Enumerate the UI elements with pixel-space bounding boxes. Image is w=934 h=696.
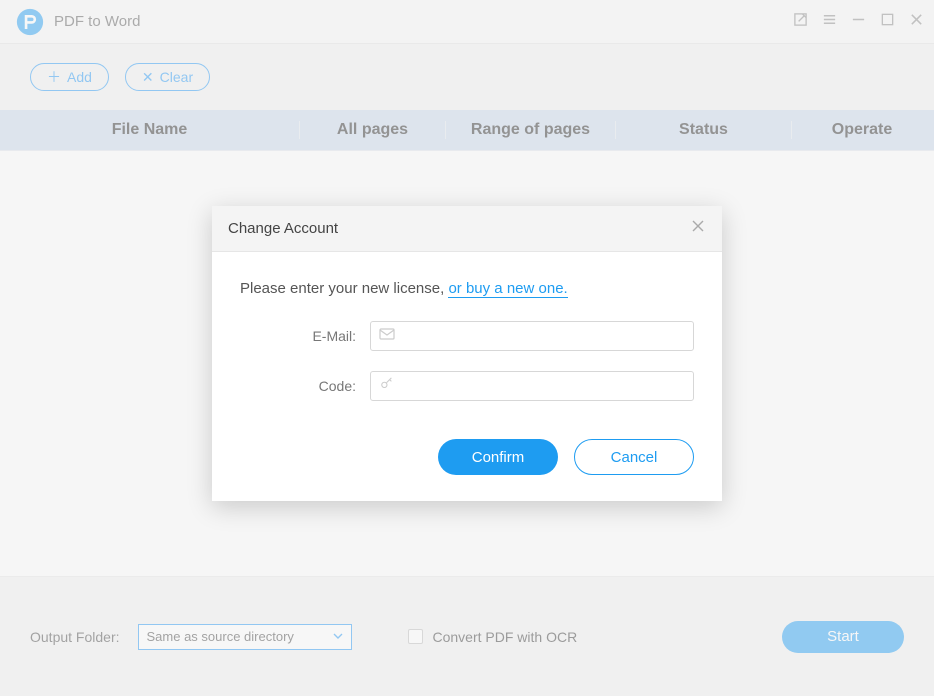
- key-icon: [379, 377, 395, 396]
- code-field[interactable]: [403, 372, 685, 400]
- license-prompt-prefix: Please enter your new license,: [240, 280, 448, 297]
- code-row: Code:: [240, 371, 694, 401]
- mail-icon: [379, 327, 395, 346]
- modal-overlay: Change Account Please enter your new lic…: [0, 0, 934, 696]
- modal-body: Please enter your new license, or buy a …: [212, 252, 722, 501]
- confirm-button[interactable]: Confirm: [438, 439, 558, 475]
- buy-license-link[interactable]: or buy a new one.: [448, 280, 567, 298]
- email-row: E-Mail:: [240, 321, 694, 351]
- code-label: Code:: [240, 378, 370, 394]
- modal-header: Change Account: [212, 206, 722, 252]
- email-label: E-Mail:: [240, 328, 370, 344]
- modal-actions: Confirm Cancel: [240, 439, 694, 475]
- email-field-wrap: [370, 321, 694, 351]
- code-field-wrap: [370, 371, 694, 401]
- modal-close-icon[interactable]: [690, 218, 706, 239]
- cancel-button[interactable]: Cancel: [574, 439, 694, 475]
- email-field[interactable]: [403, 322, 685, 350]
- change-account-modal: Change Account Please enter your new lic…: [212, 206, 722, 501]
- license-prompt: Please enter your new license, or buy a …: [240, 280, 694, 297]
- modal-title: Change Account: [228, 220, 338, 237]
